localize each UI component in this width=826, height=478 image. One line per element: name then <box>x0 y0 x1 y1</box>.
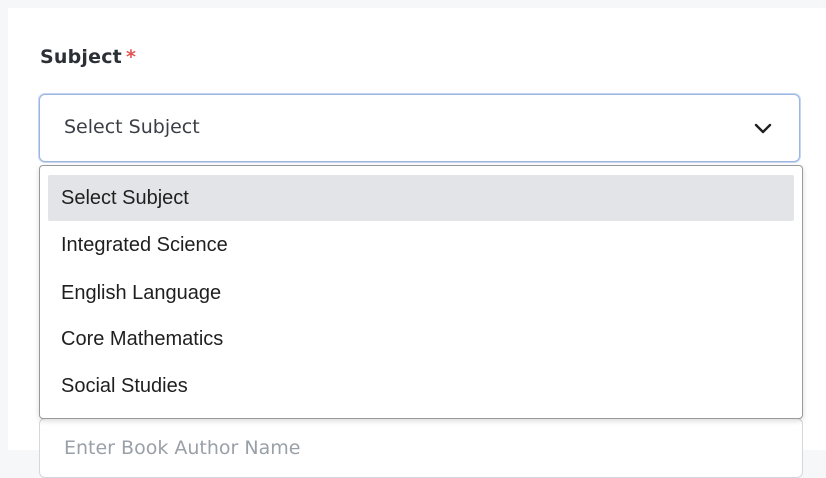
required-marker: * <box>125 46 137 68</box>
author-name-input[interactable]: Enter Book Author Name <box>39 418 803 478</box>
subject-dropdown-list: Select Subject Integrated Science Englis… <box>39 165 803 419</box>
option-social-studies[interactable]: Social Studies <box>48 363 794 409</box>
option-integrated-science[interactable]: Integrated Science <box>48 222 794 268</box>
chevron-down-icon[interactable] <box>753 119 773 139</box>
option-select-subject[interactable]: Select Subject <box>48 175 794 221</box>
subject-label-text: Subject <box>40 46 122 68</box>
subject-label: Subject * <box>40 46 136 68</box>
option-core-mathematics[interactable]: Core Mathematics <box>48 316 794 362</box>
option-english-language[interactable]: English Language <box>48 270 794 316</box>
author-name-placeholder: Enter Book Author Name <box>64 437 301 459</box>
subject-select-value: Select Subject <box>64 116 200 138</box>
subject-select[interactable]: Select Subject <box>39 94 800 162</box>
